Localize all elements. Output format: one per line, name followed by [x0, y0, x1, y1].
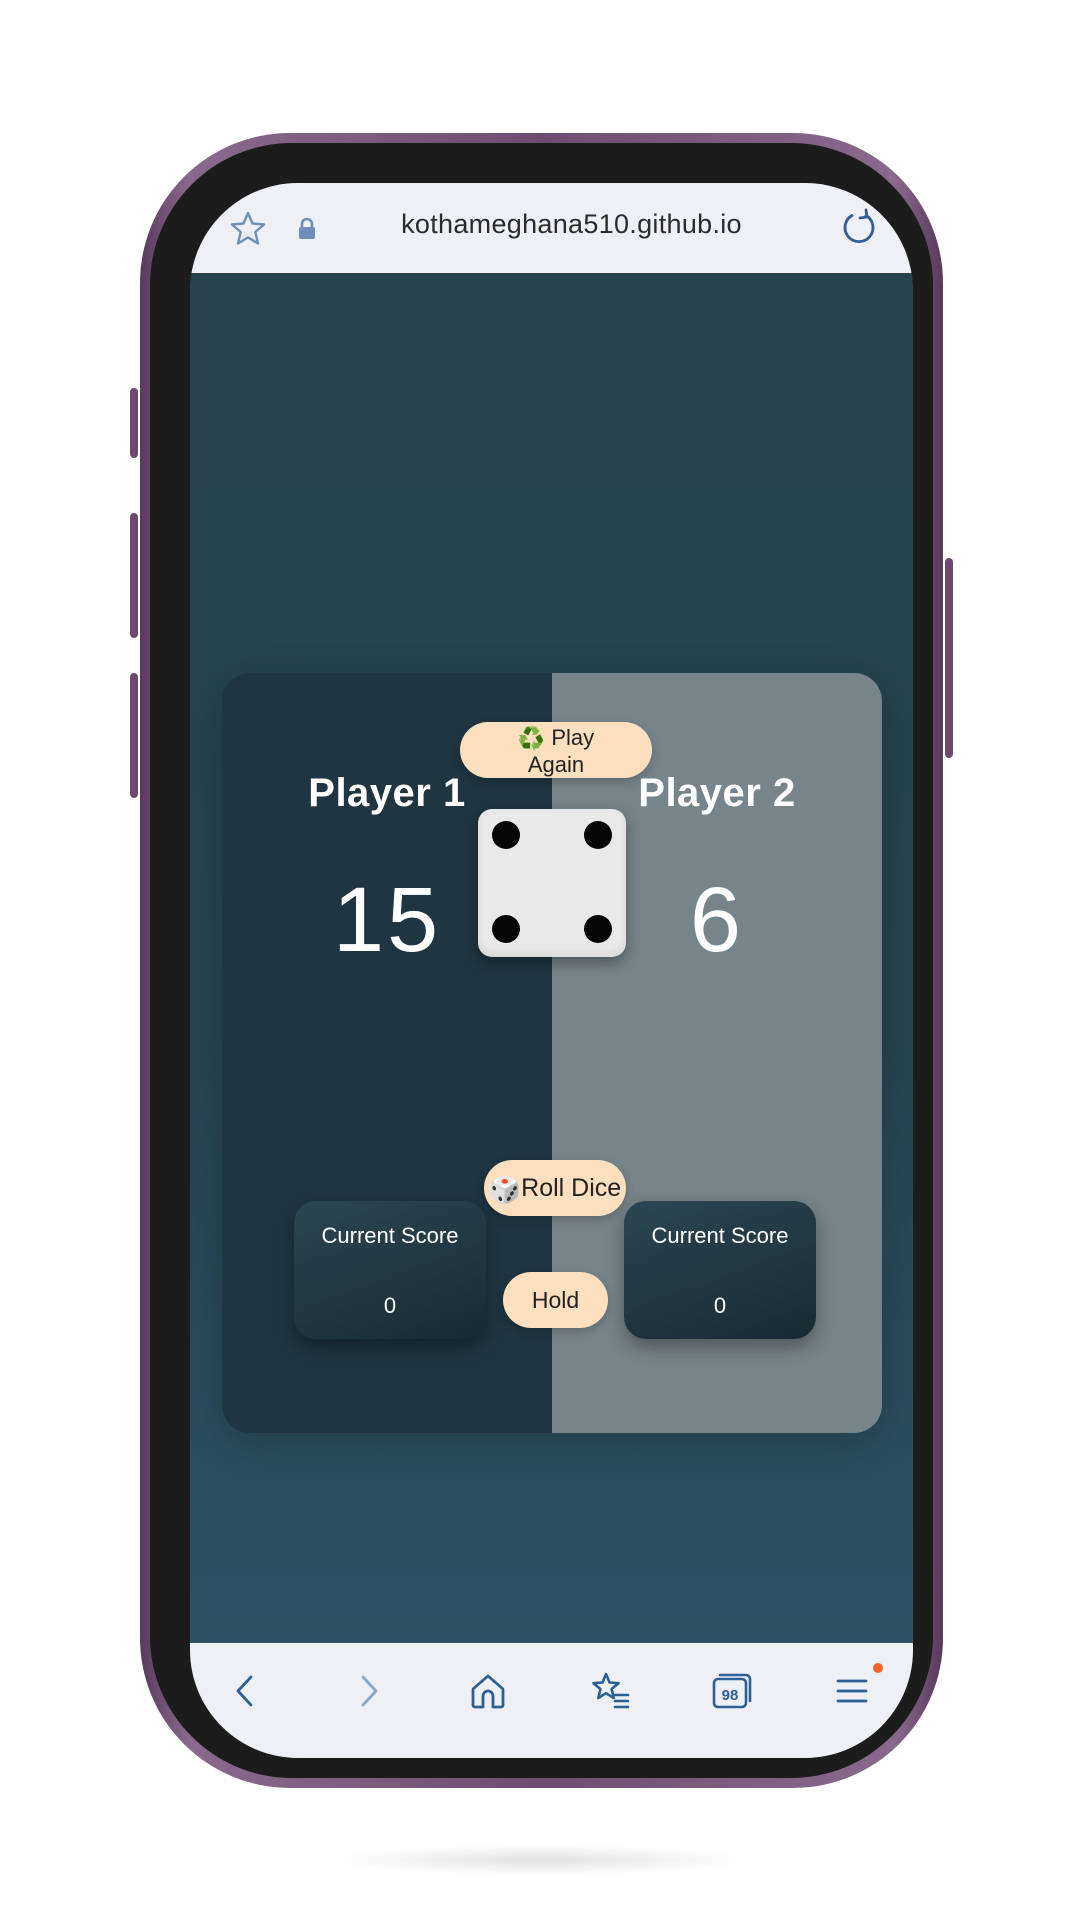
current-score-value: 0 — [713, 1293, 727, 1318]
play-again-button[interactable]: ♻️ Play Again — [460, 722, 652, 778]
current-score-value: 0 — [383, 1293, 397, 1318]
notification-dot — [873, 1663, 883, 1673]
tabs-count: 98 — [722, 1687, 739, 1704]
phone-frame: kothameghana510.github.io Player 1 15 Cu… — [130, 133, 953, 1788]
player-2-current-score-box: Current Score 0 — [624, 1201, 816, 1339]
mute-switch — [130, 388, 138, 458]
phone-shadow — [330, 1845, 750, 1875]
dice-pip — [584, 915, 612, 943]
menu-icon[interactable] — [830, 1669, 874, 1713]
star-icon[interactable] — [228, 209, 268, 249]
volume-up-button — [130, 513, 138, 638]
current-score-label: Current Score — [321, 1223, 459, 1248]
dice-pip — [584, 821, 612, 849]
play-again-label-line1: Play — [551, 725, 595, 750]
web-page: Player 1 15 Current Score 0 Player 2 6 C… — [190, 273, 913, 1643]
dice — [478, 809, 626, 957]
roll-dice-label: Roll Dice — [521, 1174, 622, 1202]
home-icon[interactable] — [466, 1669, 510, 1713]
forward-icon[interactable] — [346, 1669, 390, 1713]
dice-pip — [492, 821, 520, 849]
player-1-panel: Player 1 15 Current Score 0 — [222, 673, 552, 1433]
lock-icon — [299, 217, 315, 239]
dice-pip — [492, 915, 520, 943]
hold-button[interactable]: Hold — [503, 1272, 608, 1328]
power-button — [945, 558, 953, 758]
recycle-icon: ♻️ — [517, 726, 546, 752]
browser-url-bar: kothameghana510.github.io — [190, 183, 913, 273]
browser-bottom-bar: 98 — [190, 1643, 913, 1758]
url-text[interactable]: kothameghana510.github.io — [340, 209, 803, 240]
play-again-label-line2: Again — [527, 752, 585, 778]
player-1-current-score-box: Current Score 0 — [294, 1201, 486, 1339]
game-board: Player 1 15 Current Score 0 Player 2 6 C… — [222, 673, 882, 1433]
phone-bezel: kothameghana510.github.io Player 1 15 Cu… — [150, 143, 933, 1778]
roll-dice-button[interactable]: 🎲Roll Dice — [484, 1160, 626, 1216]
phone-screen: kothameghana510.github.io Player 1 15 Cu… — [190, 183, 913, 1758]
player-2-panel: Player 2 6 Current Score 0 — [552, 673, 882, 1433]
bookmarks-icon[interactable] — [588, 1669, 632, 1713]
reload-icon[interactable] — [839, 207, 879, 247]
current-score-label: Current Score — [651, 1223, 789, 1248]
back-icon[interactable] — [224, 1669, 268, 1713]
volume-down-button — [130, 673, 138, 798]
tabs-icon[interactable]: 98 — [710, 1669, 754, 1713]
dice-icon: 🎲 — [488, 1174, 522, 1205]
